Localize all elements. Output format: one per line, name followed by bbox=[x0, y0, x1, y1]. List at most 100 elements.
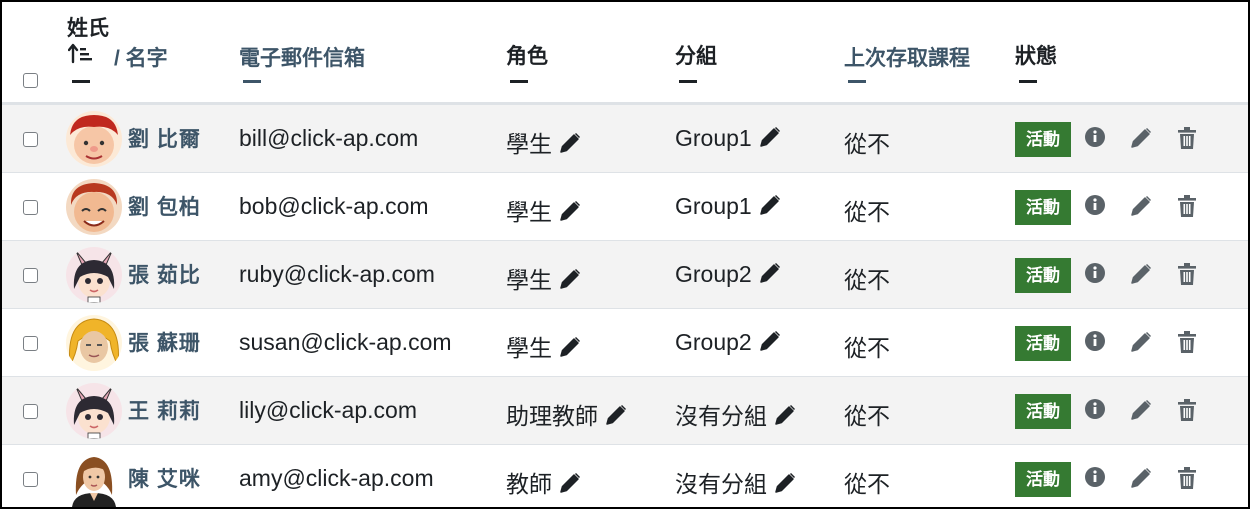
status-badge: 活動 bbox=[1015, 394, 1071, 429]
user-full-name[interactable]: 陳 艾咪 bbox=[128, 463, 201, 493]
edit-role-pencil-icon[interactable] bbox=[558, 199, 582, 229]
row-select-checkbox[interactable] bbox=[23, 200, 38, 215]
edit-group-pencil-icon[interactable] bbox=[773, 403, 797, 433]
user-role: 學生 bbox=[506, 131, 552, 157]
collapse-column-status[interactable] bbox=[1019, 80, 1037, 83]
table-row: 陳 艾咪 amy@click-ap.com 教師 沒有分組 從不 活動 bbox=[2, 445, 1248, 507]
edit-group-pencil-icon[interactable] bbox=[758, 125, 782, 155]
row-select-checkbox[interactable] bbox=[23, 132, 38, 147]
brown-hair-woman-avatar bbox=[66, 451, 122, 507]
column-group-header: 分組 bbox=[675, 45, 717, 68]
table-row: 張 茹比 ruby@click-ap.com 學生 Group2 從不 活動 bbox=[2, 241, 1248, 309]
user-last-access: 從不 bbox=[844, 267, 890, 293]
user-last-access: 從不 bbox=[844, 403, 890, 429]
row-select-checkbox[interactable] bbox=[23, 404, 38, 419]
participants-table: 姓氏 / 名字 電子郵件信箱 角色 分組 上次存取課程 狀態 劉 比爾 bill… bbox=[0, 0, 1250, 509]
row-select-checkbox[interactable] bbox=[23, 268, 38, 283]
user-group: Group1 bbox=[675, 193, 752, 219]
status-badge: 活動 bbox=[1015, 122, 1071, 157]
user-group: Group2 bbox=[675, 261, 752, 287]
row-select-checkbox[interactable] bbox=[23, 472, 38, 487]
user-email: susan@click-ap.com bbox=[239, 329, 452, 355]
info-icon[interactable] bbox=[1084, 398, 1106, 425]
sort-last-access[interactable]: 上次存取課程 bbox=[844, 42, 970, 72]
user-role: 學生 bbox=[506, 199, 552, 225]
collapse-column-last-access[interactable] bbox=[848, 80, 866, 83]
column-status-header: 狀態 bbox=[1015, 45, 1057, 68]
trash-icon[interactable] bbox=[1176, 126, 1198, 155]
edit-group-pencil-icon[interactable] bbox=[758, 329, 782, 359]
trash-icon[interactable] bbox=[1176, 398, 1198, 427]
user-full-name[interactable]: 王 莉莉 bbox=[128, 395, 201, 425]
user-email: lily@click-ap.com bbox=[239, 397, 417, 423]
girl-bunny-ears-avatar bbox=[66, 247, 122, 303]
edit-enrolment-pencil-icon[interactable] bbox=[1129, 398, 1153, 427]
edit-group-pencil-icon[interactable] bbox=[758, 193, 782, 223]
edit-role-pencil-icon[interactable] bbox=[604, 403, 628, 433]
status-badge: 活動 bbox=[1015, 326, 1071, 361]
info-icon[interactable] bbox=[1084, 330, 1106, 357]
user-last-access: 從不 bbox=[844, 131, 890, 157]
trash-icon[interactable] bbox=[1176, 330, 1198, 359]
red-curly-boy-avatar bbox=[66, 179, 122, 235]
edit-enrolment-pencil-icon[interactable] bbox=[1129, 262, 1153, 291]
edit-role-pencil-icon[interactable] bbox=[558, 131, 582, 161]
user-group: 沒有分組 bbox=[675, 471, 767, 497]
collapse-column-role[interactable] bbox=[510, 80, 528, 83]
table-header: 姓氏 / 名字 電子郵件信箱 角色 分組 上次存取課程 狀態 bbox=[2, 2, 1248, 105]
table-row: 王 莉莉 lily@click-ap.com 助理教師 沒有分組 從不 活動 bbox=[2, 377, 1248, 445]
sort-email[interactable]: 電子郵件信箱 bbox=[239, 42, 365, 72]
collapse-column-email[interactable] bbox=[243, 80, 261, 83]
trash-icon[interactable] bbox=[1176, 262, 1198, 291]
girl-bunny-ears-avatar bbox=[66, 383, 122, 439]
edit-role-pencil-icon[interactable] bbox=[558, 335, 582, 365]
user-group: 沒有分組 bbox=[675, 403, 767, 429]
status-badge: 活動 bbox=[1015, 462, 1071, 497]
sort-ascending-icon[interactable] bbox=[67, 42, 94, 69]
user-last-access: 從不 bbox=[844, 471, 890, 497]
table-row: 劉 比爾 bill@click-ap.com 學生 Group1 從不 活動 bbox=[2, 105, 1248, 173]
edit-enrolment-pencil-icon[interactable] bbox=[1129, 126, 1153, 155]
collapse-column-group[interactable] bbox=[679, 80, 697, 83]
user-email: ruby@click-ap.com bbox=[239, 261, 435, 287]
user-email: bill@click-ap.com bbox=[239, 125, 419, 151]
user-role: 學生 bbox=[506, 267, 552, 293]
user-group: Group1 bbox=[675, 125, 752, 151]
column-role-header: 角色 bbox=[506, 45, 548, 68]
status-badge: 活動 bbox=[1015, 258, 1071, 293]
user-last-access: 從不 bbox=[844, 335, 890, 361]
status-badge: 活動 bbox=[1015, 190, 1071, 225]
info-icon[interactable] bbox=[1084, 126, 1106, 153]
edit-role-pencil-icon[interactable] bbox=[558, 267, 582, 297]
trash-icon[interactable] bbox=[1176, 194, 1198, 223]
info-icon[interactable] bbox=[1084, 262, 1106, 289]
user-role: 教師 bbox=[506, 471, 552, 497]
select-all-checkbox[interactable] bbox=[23, 73, 38, 88]
red-hair-boy-avatar bbox=[66, 111, 122, 167]
trash-icon[interactable] bbox=[1176, 466, 1198, 495]
user-group: Group2 bbox=[675, 329, 752, 355]
edit-group-pencil-icon[interactable] bbox=[758, 261, 782, 291]
row-select-checkbox[interactable] bbox=[23, 336, 38, 351]
user-role: 學生 bbox=[506, 335, 552, 361]
edit-enrolment-pencil-icon[interactable] bbox=[1129, 466, 1153, 495]
info-icon[interactable] bbox=[1084, 194, 1106, 221]
collapse-column-name[interactable] bbox=[72, 80, 90, 83]
user-last-access: 從不 bbox=[844, 199, 890, 225]
edit-role-pencil-icon[interactable] bbox=[558, 471, 582, 501]
sort-last-name[interactable]: / 名字 bbox=[114, 42, 168, 72]
edit-group-pencil-icon[interactable] bbox=[773, 471, 797, 501]
user-full-name[interactable]: 張 蘇珊 bbox=[128, 327, 201, 357]
user-email: amy@click-ap.com bbox=[239, 465, 434, 491]
user-full-name[interactable]: 劉 比爾 bbox=[128, 123, 201, 153]
sort-first-name[interactable]: 姓氏 bbox=[67, 12, 109, 42]
table-row: 張 蘇珊 susan@click-ap.com 學生 Group2 從不 活動 bbox=[2, 309, 1248, 377]
info-icon[interactable] bbox=[1084, 466, 1106, 493]
table-row: 劉 包柏 bob@click-ap.com 學生 Group1 從不 活動 bbox=[2, 173, 1248, 241]
edit-enrolment-pencil-icon[interactable] bbox=[1129, 330, 1153, 359]
user-full-name[interactable]: 張 茹比 bbox=[128, 259, 201, 289]
edit-enrolment-pencil-icon[interactable] bbox=[1129, 194, 1153, 223]
user-email: bob@click-ap.com bbox=[239, 193, 429, 219]
user-full-name[interactable]: 劉 包柏 bbox=[128, 191, 201, 221]
blonde-woman-avatar bbox=[66, 315, 122, 371]
